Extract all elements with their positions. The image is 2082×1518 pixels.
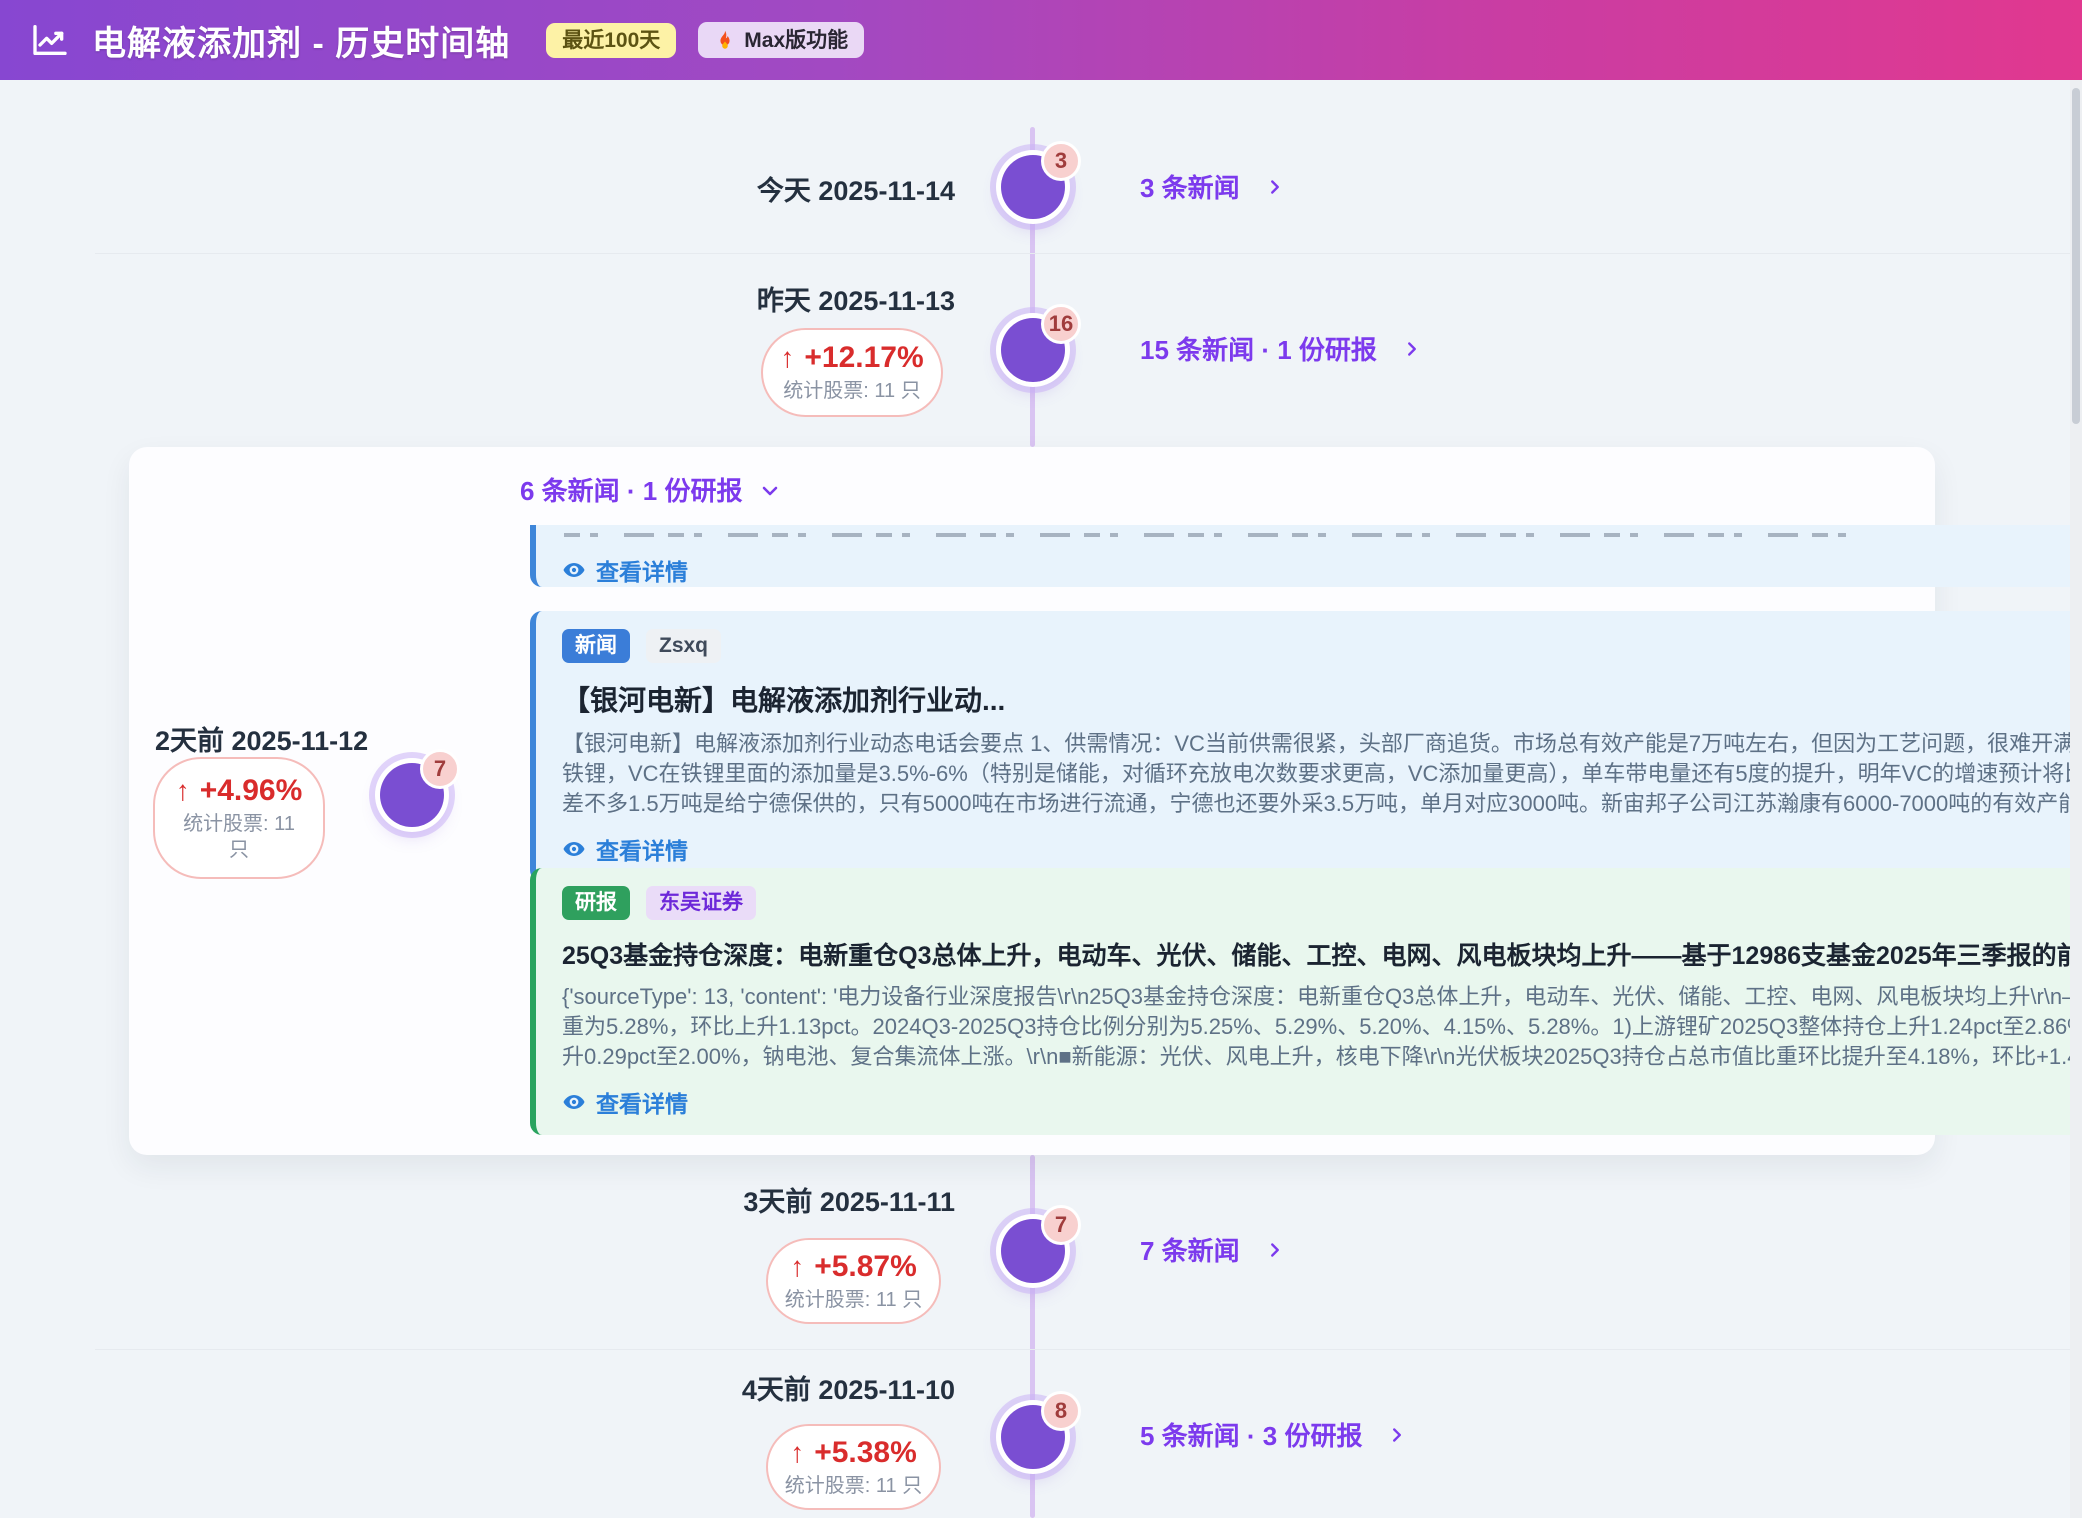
expanded-summary-label: 6 条新闻 · 1 份研报 (520, 471, 742, 508)
report-body-line: {'sourceType': 13, 'content': '电力设备行业深度报… (562, 982, 2082, 1012)
stocks-counted: 统计股票: 11 只 (785, 1287, 922, 1313)
view-detail-link[interactable]: 查看详情 (562, 553, 688, 587)
news-link-label: 15 条新闻 · 1 份研报 (1140, 330, 1377, 367)
news-link-3days[interactable]: 7 条新闻 (1140, 1231, 1286, 1268)
eye-icon (562, 837, 586, 861)
row-divider (95, 253, 2070, 254)
change-percent: +4.96% (200, 774, 303, 808)
news-title: 【银河电新】电解液添加剂行业动... (562, 679, 2082, 719)
view-detail-link[interactable]: 查看详情 (562, 1085, 688, 1119)
up-arrow-icon: ↑ (790, 1251, 804, 1283)
row-divider (95, 1349, 2070, 1350)
date-range-badge: 最近100天 (546, 23, 676, 58)
item-count-badge: 7 (420, 749, 460, 789)
report-body-line: 重为5.28%，环比上升1.13pct。2024Q3-2025Q3持仓比例分别为… (562, 1012, 2082, 1042)
timeline-node-today[interactable]: 3 (1001, 155, 1065, 219)
report-body-line: 升0.29pct至2.00%，钠电池、复合集流体上涨。\r\n■新能源：光伏、风… (562, 1042, 2082, 1072)
report-title: 25Q3基金持仓深度：电新重仓Q3总体上升，电动车、光伏、储能、工控、电网、风电… (562, 936, 2082, 972)
stocks-counted: 统计股票: 11 只 (783, 378, 920, 404)
up-arrow-icon: ↑ (176, 775, 190, 807)
news-body-line: 【银河电新】电解液添加剂行业动态电话会要点 1、供需情况：VC当前供需很紧，头部… (562, 729, 2082, 759)
item-count-badge: 16 (1041, 304, 1081, 344)
report-card[interactable]: 研报 东吴证券 25Q3基金持仓深度：电新重仓Q3总体上升，电动车、光伏、储能、… (530, 868, 2082, 1135)
news-body-line: 铁锂，VC在铁锂里面的添加量是3.5%-6%（特别是储能，对循环充放电次数要求更… (562, 759, 2082, 789)
expanded-summary-toggle[interactable]: 6 条新闻 · 1 份研报 (520, 471, 782, 508)
news-link-today[interactable]: 3 条新闻 (1140, 168, 1286, 205)
report-tag-chip: 研报 (562, 886, 630, 920)
stocks-counted: 统计股票: 11 只 (785, 1473, 922, 1499)
view-detail-label: 查看详情 (596, 553, 688, 587)
page-title: 电解液添加剂 - 历史时间轴 (92, 16, 510, 65)
news-link-label: 5 条新闻 · 3 份研报 (1140, 1416, 1362, 1453)
max-feature-label: Max版功能 (744, 30, 848, 51)
stocks-counted: 统计股票: 11 只 (174, 811, 304, 863)
row-date-yesterday: 昨天 2025-11-13 (640, 279, 955, 318)
timeline-page: 电解液添加剂 - 历史时间轴 最近100天 Max版功能 今天 2025-11-… (0, 0, 2082, 1518)
timeline-node-yesterday[interactable]: 16 (1001, 318, 1065, 382)
news-card[interactable]: 新闻 Zsxq 【银河电新】电解液添加剂行业动... 【银河电新】电解液添加剂行… (530, 611, 2082, 882)
news-body-line: 差不多1.5万吨是给宁德保供的，只有5000吨在市场进行流通，宁德也还要外采3.… (562, 789, 2082, 819)
item-count-badge: 8 (1041, 1391, 1081, 1431)
flame-icon (714, 29, 736, 51)
change-stat-pill: ↑ +5.38% 统计股票: 11 只 (766, 1424, 941, 1510)
news-card-truncated[interactable]: 查看详情 (530, 525, 2082, 587)
timeline-node-2days[interactable]: 7 (380, 763, 444, 827)
news-link-label: 7 条新闻 (1140, 1231, 1240, 1268)
view-detail-label: 查看详情 (596, 832, 688, 866)
news-link-label: 3 条新闻 (1140, 168, 1240, 205)
item-count-badge: 7 (1041, 1205, 1081, 1245)
eye-icon (562, 558, 586, 582)
item-count-badge: 3 (1041, 141, 1081, 181)
change-stat-pill: ↑ +12.17% 统计股票: 11 只 (761, 328, 943, 417)
max-feature-badge: Max版功能 (698, 22, 864, 58)
change-percent: +12.17% (804, 341, 923, 375)
change-stat-pill: ↑ +5.87% 统计股票: 11 只 (766, 1238, 941, 1324)
chevron-right-icon (1386, 1424, 1408, 1446)
row-date-2days: 2天前 2025-11-12 (155, 719, 455, 758)
up-arrow-icon: ↑ (780, 342, 794, 374)
eye-icon (562, 1090, 586, 1114)
news-link-4days[interactable]: 5 条新闻 · 3 份研报 (1140, 1416, 1408, 1453)
change-stat-pill: ↑ +4.96% 统计股票: 11 只 (153, 757, 325, 879)
view-detail-link[interactable]: 查看详情 (562, 832, 688, 866)
chevron-right-icon (1401, 338, 1423, 360)
page-header: 电解液添加剂 - 历史时间轴 最近100天 Max版功能 (0, 0, 2082, 80)
scrollbar-thumb[interactable] (2072, 88, 2080, 424)
expanded-day-panel: 6 条新闻 · 1 份研报 2天前 2025-11-12 ↑ +4.96% 统计… (129, 447, 1935, 1155)
clipped-text-strip (564, 533, 1864, 537)
timeline-node-4days[interactable]: 8 (1001, 1405, 1065, 1469)
news-source-chip: Zsxq (646, 629, 721, 663)
change-percent: +5.38% (814, 1436, 917, 1470)
chevron-right-icon (1264, 176, 1286, 198)
news-link-yesterday[interactable]: 15 条新闻 · 1 份研报 (1140, 330, 1423, 367)
trend-chart-icon (30, 20, 70, 60)
report-source-chip: 东吴证券 (646, 886, 756, 920)
up-arrow-icon: ↑ (790, 1437, 804, 1469)
chevron-right-icon (1264, 1239, 1286, 1261)
chevron-down-icon (758, 478, 782, 502)
change-percent: +5.87% (814, 1250, 917, 1284)
row-date-4days: 4天前 2025-11-10 (640, 1368, 955, 1407)
timeline-node-3days[interactable]: 7 (1001, 1219, 1065, 1283)
row-date-today: 今天 2025-11-14 (640, 169, 955, 208)
news-tag-chip: 新闻 (562, 629, 630, 663)
view-detail-label: 查看详情 (596, 1085, 688, 1119)
row-date-3days: 3天前 2025-11-11 (640, 1180, 955, 1219)
